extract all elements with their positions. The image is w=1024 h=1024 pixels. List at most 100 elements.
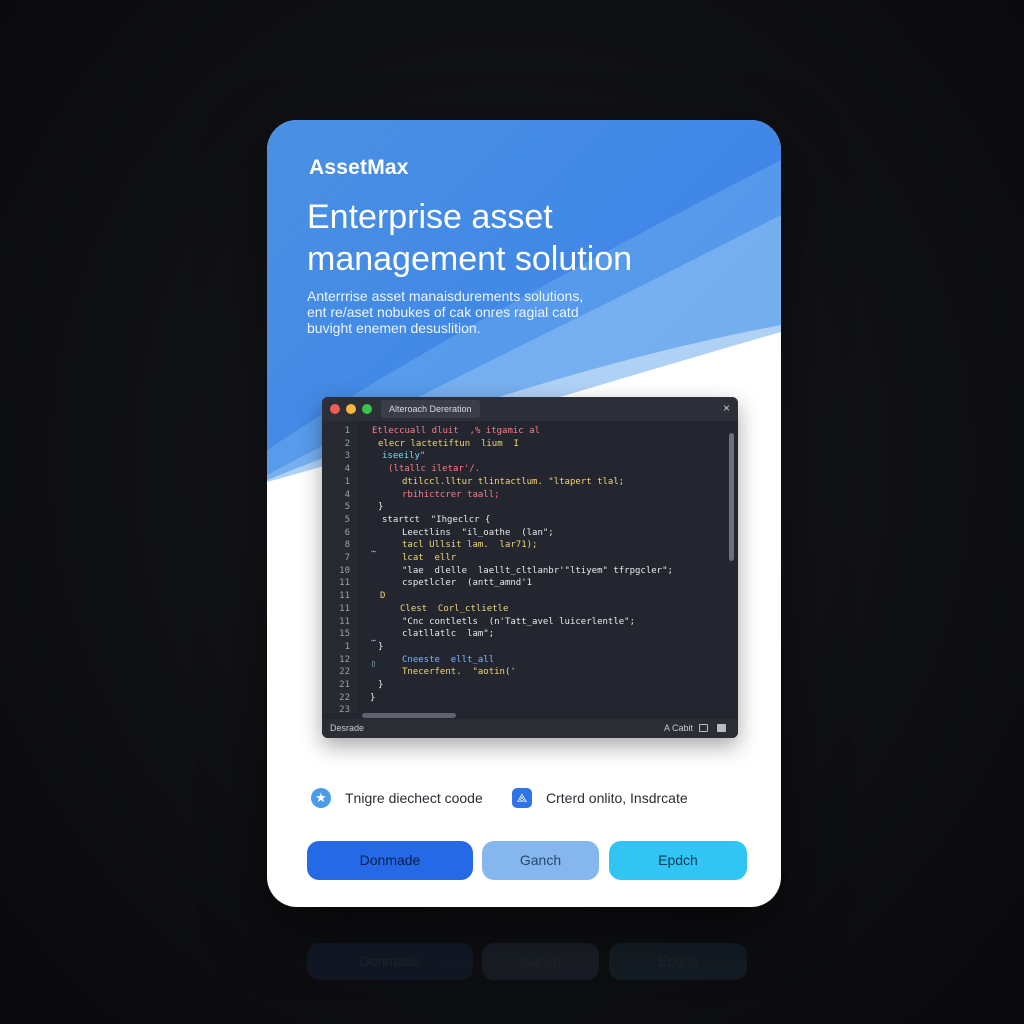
code-text: "lae dlelle laellt_cltlanbr'"ltiyem" tfr… [402,565,673,576]
line-number: 22 [339,692,350,703]
line-number: 5 [344,502,350,513]
line-number: 4 [344,489,350,500]
card-reflection: Donmade Ganch Epdch [267,910,781,1024]
editor-tab[interactable]: Alteroach Dereration [381,400,480,418]
code-line: 4 rbihictcrer taall; [322,489,726,502]
code-line: 8 tacl Ullsit lam. lar71); [322,539,726,552]
line-number: 11 [339,603,350,614]
line-number: 21 [339,680,350,690]
code-line: 3 iseeily" [322,450,726,463]
close-icon[interactable]: × [723,401,730,415]
minimize-traffic-light-icon[interactable] [346,404,356,414]
panel-icon[interactable] [699,724,708,732]
code-line: 4 (ltallc iletar'/. [322,463,726,476]
line-number: 1 [344,641,350,652]
code-line: 11 "Cnc contletls (n'Tatt_avel luicerlent… [322,616,726,629]
code-line: 1 Etleccuall dluit ,% itgamic al [322,425,726,438]
code-text: Cneeste ellt_all [402,654,495,665]
code-text: Leectlins "il_oathe (lan"; [402,527,554,538]
code-text: Etleccuall dluit ,% itgamic al [372,426,540,436]
fold-marker-icon[interactable]: ▯ [371,659,376,668]
code-line: 15 clatllatlc lam"; [322,628,726,641]
line-number: 1 [344,426,350,436]
code-text: cspetlcler (antt_amnd'1 [402,578,533,589]
code-line: 5 startct "Ihgeclcr { [322,514,726,527]
code-line: 1} [322,641,726,654]
line-number: 5 [344,514,350,525]
line-number: 2 [344,438,350,449]
close-traffic-light-icon[interactable] [330,404,340,414]
code-text: lcat ellr [402,553,457,563]
line-number: 3 [344,451,350,462]
code-text: iseeily" [382,451,426,462]
line-number: 23 [339,705,350,716]
star-badge-icon: ★ [311,788,331,808]
code-text: rbihictcrer taall; [402,489,500,500]
line-number: 7 [344,553,350,563]
maximize-traffic-light-icon[interactable] [362,404,372,414]
code-line: 1 dtilccl.lltur tlintactlum. "ltapert tla… [322,476,726,489]
line-number: 10 [339,565,350,576]
download-button[interactable]: Donmade [307,841,473,880]
line-number: 6 [344,527,350,538]
code-area[interactable]: 1 Etleccuall dluit ,% itgamic al 2 elecr la… [322,421,738,715]
search-button[interactable]: Ganch [482,841,599,880]
hero-headline-line2: management solution [307,240,633,278]
code-line: 12 Cneeste ellt_all [322,654,726,667]
brand-logo-text: AssetMax [309,156,409,179]
code-text: dtilccl.lltur tlintactlum. "ltapert tlal… [402,476,625,487]
code-text: startct "Ihgeclcr { [382,514,491,525]
editor-titlebar: Alteroach Dereration × [322,397,738,421]
code-line: 11 Clest Corl_ctlietle [322,603,726,616]
line-number: 11 [339,616,350,627]
code-line: 2 elecr lactetiftun lium I [322,438,726,451]
line-number: 4 [344,464,350,475]
code-line: 21} [322,679,726,692]
code-text: } [378,680,384,690]
code-text: } [378,502,384,513]
line-number: 8 [344,540,350,551]
layout-icon[interactable] [717,724,726,732]
hero-subtitle: Anterrrise asset manaisdurements solutio… [307,288,727,336]
status-left-text: Desrade [330,723,365,733]
code-text: elecr lactetiftun lium I [378,438,519,449]
line-number: 11 [339,578,350,589]
edit-button[interactable]: Epdch [609,841,747,880]
hero-headline: Enterprise asset management solution [307,196,747,280]
horizontal-scrollbar[interactable] [362,713,456,718]
reflection-button: Donmade [307,943,473,980]
line-number: 12 [339,654,350,665]
code-line: 6 Leectlins "il_oathe (lan"; [322,527,726,540]
code-line: 22} [322,692,726,705]
code-line: 11 cspetlcler (antt_amnd'1 [322,577,726,590]
code-line: 22 Tnecerfent. "aotin(' [322,666,726,679]
code-text: clatllatlc lam"; [402,629,495,640]
fold-marker-icon[interactable]: ⋯ [371,636,376,645]
code-text: } [378,641,384,652]
code-line: 10 "lae dlelle laellt_cltlanbr'"ltiyem" t… [322,565,726,578]
code-text: (ltallc iletar'/. [388,464,481,475]
code-editor-window[interactable]: Alteroach Dereration × 1 Etleccuall dluit… [322,397,738,738]
feature-label: Tnigre diechect coode [345,790,483,806]
fold-marker-icon[interactable]: ⋯ [371,547,376,556]
status-right-text: A Cabit [663,723,693,733]
reflection-button: Epdch [609,943,747,980]
app-card: AssetMax Enterprise asset management sol… [267,120,781,907]
line-number: 11 [339,591,350,602]
vertical-scrollbar[interactable] [729,433,734,561]
hero-subtitle-line1: Anterrrise asset manaisdurements solutio… [307,288,584,304]
code-text: tacl Ullsit lam. lar71); [402,540,538,551]
line-number: 15 [339,629,350,640]
code-text: Clest Corl_ctlietle [400,603,509,614]
hero-subtitle-line3: buvight enemen desuslition. [307,320,481,336]
feature-label: Crterd onlito, Insdrcate [546,790,688,806]
code-line: 5} [322,501,726,514]
code-text: "Cnc contletls (n'Tatt_avel luicerlentle… [402,616,635,627]
line-number: 1 [344,476,350,487]
code-text: Tnecerfent. "aotin(' [402,667,516,678]
code-text: } [370,692,376,703]
code-line: 7 lcat ellr [322,552,726,565]
code-line: 11 D [322,590,726,603]
editor-statusbar: Desrade A Cabit [322,719,738,738]
hero-headline-line1: Enterprise asset [307,198,553,236]
